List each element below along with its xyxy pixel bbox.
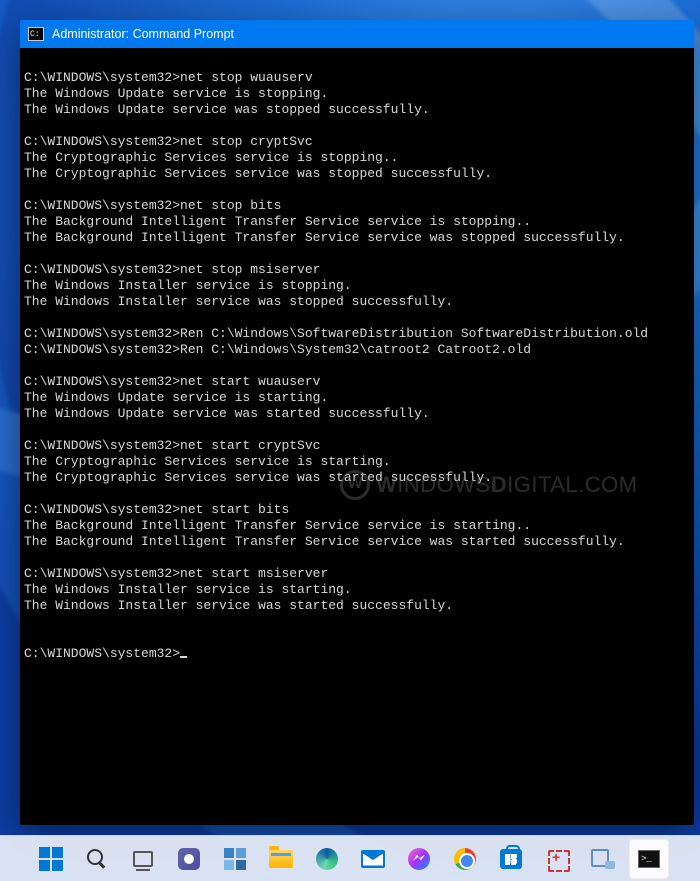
edge-icon — [316, 848, 338, 870]
widgets-icon — [224, 848, 246, 870]
taskbar: >_ — [0, 835, 700, 881]
snipping-tool-icon — [546, 848, 568, 870]
teams-chat-button[interactable] — [169, 839, 209, 879]
search-button[interactable] — [77, 839, 117, 879]
chrome-button[interactable] — [445, 839, 485, 879]
search-icon — [86, 848, 108, 870]
task-view-icon — [133, 851, 153, 867]
teams-icon — [178, 848, 200, 870]
mail-icon — [361, 850, 385, 868]
command-prompt-button[interactable]: >_ — [629, 839, 669, 879]
window-title: Administrator: Command Prompt — [52, 27, 234, 41]
microsoft-store-button[interactable] — [491, 839, 531, 879]
command-prompt-icon: >_ — [638, 850, 660, 868]
widgets-button[interactable] — [215, 839, 255, 879]
system-information-button[interactable] — [583, 839, 623, 879]
chrome-icon — [454, 848, 476, 870]
start-button[interactable] — [31, 839, 71, 879]
command-prompt-window: C: Administrator: Command Prompt C:\WIND… — [20, 20, 694, 825]
file-explorer-button[interactable] — [261, 839, 301, 879]
messenger-button[interactable] — [399, 839, 439, 879]
command-prompt-icon: C: — [28, 27, 44, 41]
titlebar[interactable]: C: Administrator: Command Prompt — [20, 20, 694, 48]
system-info-icon — [591, 849, 615, 869]
edge-button[interactable] — [307, 839, 347, 879]
mail-button[interactable] — [353, 839, 393, 879]
file-explorer-icon — [269, 850, 293, 868]
terminal-output[interactable]: C:\WINDOWS\system32>net stop wuauserv Th… — [20, 48, 694, 825]
messenger-icon — [408, 848, 430, 870]
task-view-button[interactable] — [123, 839, 163, 879]
cursor — [180, 656, 187, 658]
windows-logo-icon — [39, 847, 63, 871]
snipping-tool-button[interactable] — [537, 839, 577, 879]
store-icon — [500, 849, 522, 869]
